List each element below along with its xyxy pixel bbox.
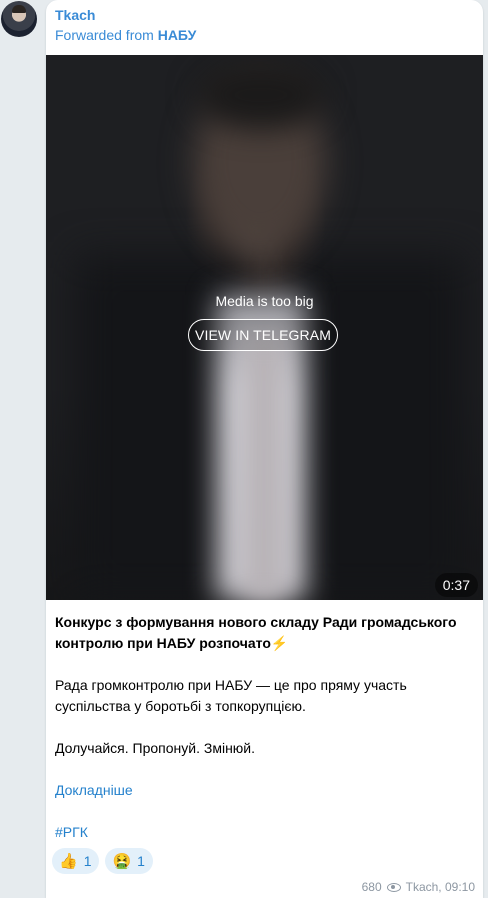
view-in-telegram-button[interactable]: VIEW IN TELEGRAM [188,319,338,351]
details-link[interactable]: Докладніше [55,780,475,801]
post-signature-time: Tkach, 09:10 [405,880,475,894]
forwarded-source-link[interactable]: НАБУ [158,27,197,43]
reactions-bar: 👍 1 🤮 1 [52,848,153,874]
message-paragraph: Рада громконтролю при НАБУ — це про прям… [55,677,407,714]
reaction-count: 1 [83,853,92,869]
reaction-vomiting-face[interactable]: 🤮 1 [105,848,153,874]
reaction-count: 1 [137,853,145,869]
video-duration-badge: 0:37 [434,573,478,597]
forwarded-prefix: Forwarded from [55,27,154,43]
hashtag-link[interactable]: #РГК [55,822,475,843]
media-too-big-notice: Media is too big [215,293,314,309]
reaction-thumbs-up[interactable]: 👍 1 [52,848,100,874]
message-headline: Конкурс з формування нового складу Ради … [55,612,475,654]
message-bubble: Tkach Forwarded from НАБУ Media is too b… [46,0,483,898]
message-text: Конкурс з формування нового складу Ради … [55,612,475,843]
view-count: 680 [361,880,382,894]
author-name[interactable]: Tkach [55,7,95,23]
vomiting-face-icon: 🤮 [112,852,132,870]
message-meta: 680 Tkach, 09:10 [362,880,475,894]
author-avatar[interactable] [1,1,37,37]
lightning-icon: ⚡ [270,635,289,651]
forwarded-header: Forwarded from НАБУ [55,27,196,43]
video-thumbnail[interactable]: Media is too big VIEW IN TELEGRAM 0:37 [46,55,483,600]
message-paragraph: Долучайся. Пропонуй. Змінюй. [55,740,256,756]
eye-icon [386,882,401,892]
headline-text: Конкурс з формування нового складу Ради … [55,614,457,651]
thumbs-up-icon: 👍 [59,852,78,870]
